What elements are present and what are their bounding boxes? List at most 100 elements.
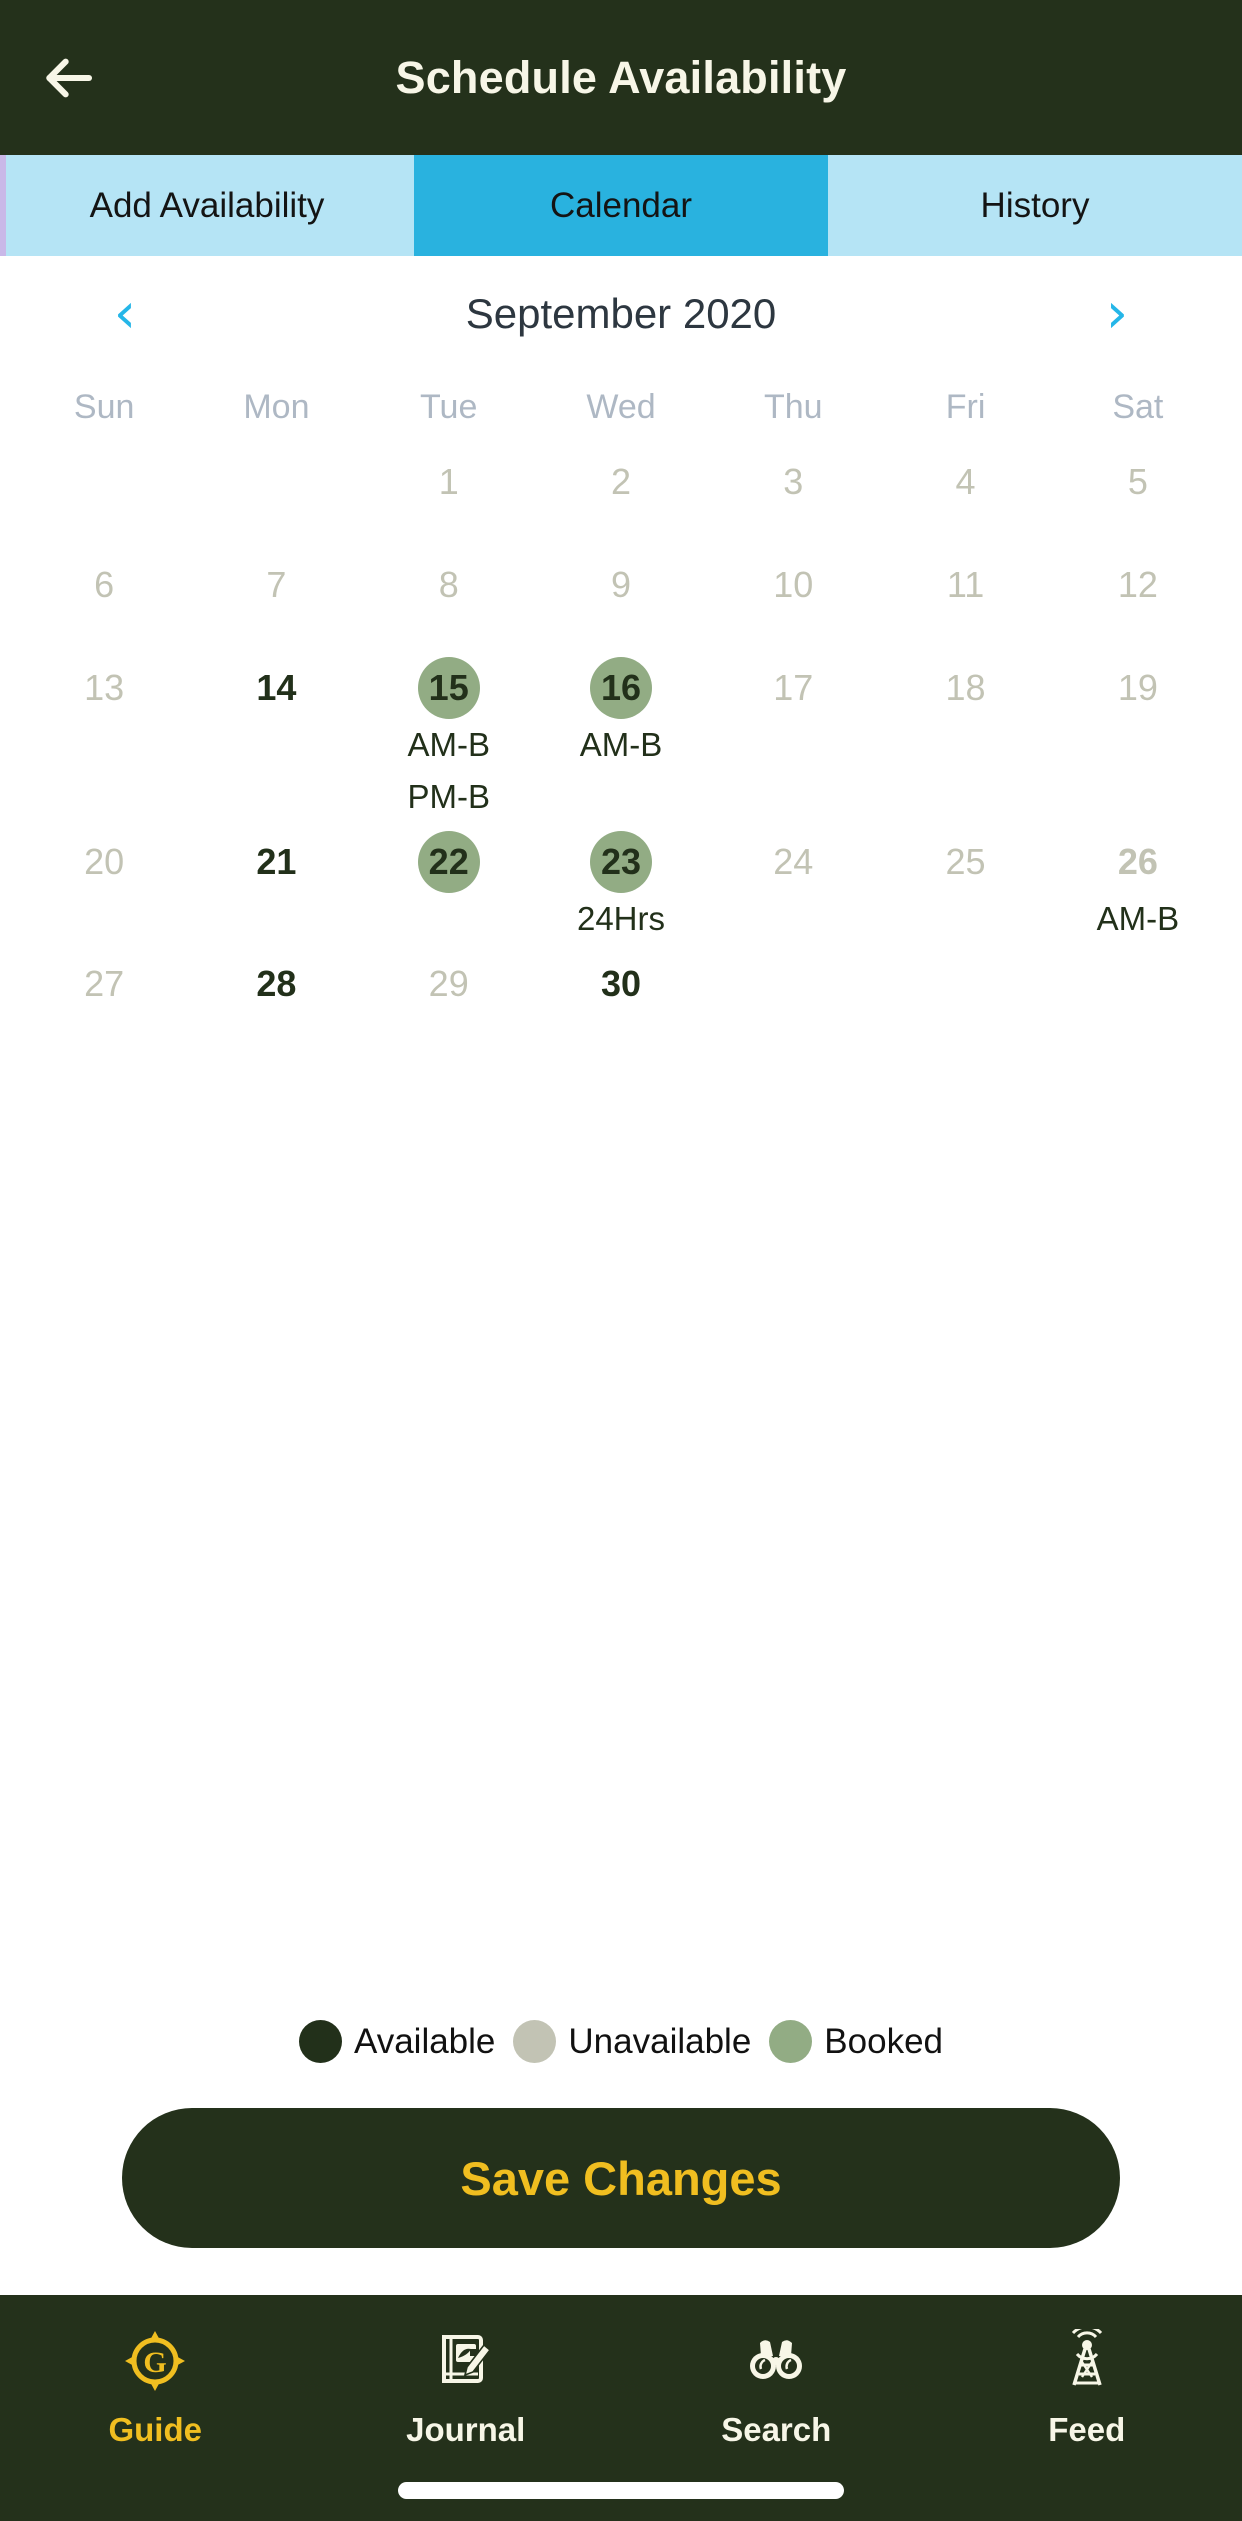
calendar-day-cell[interactable]: 7 xyxy=(190,546,362,616)
legend-label: Booked xyxy=(824,2021,944,2061)
calendar-day-cell[interactable]: 27 xyxy=(18,945,190,1015)
calendar-day-cell[interactable]: 3 xyxy=(707,443,879,513)
calendar-week-row: 13 14 15 AM-B PM-B 16 AM-B 17 18 19 xyxy=(18,649,1224,823)
month-label: September 2020 xyxy=(465,289,777,337)
svg-text:G: G xyxy=(144,2346,167,2379)
calendar-day-slot: AM-B xyxy=(579,726,663,763)
legend-dot-booked xyxy=(769,2020,813,2063)
calendar-day-number: 4 xyxy=(955,461,976,502)
calendar-day-number: 12 xyxy=(1117,564,1158,605)
nav-item-journal[interactable]: Journal xyxy=(311,2325,622,2449)
arrow-left-icon xyxy=(40,50,96,106)
nav-item-guide[interactable]: G Guide xyxy=(0,2325,311,2449)
calendar-day-number: 18 xyxy=(945,667,986,708)
legend-item-available: Available xyxy=(298,2020,495,2063)
legend: Available Unavailable Booked xyxy=(0,2020,1242,2063)
save-changes-label: Save Changes xyxy=(460,2151,782,2205)
calendar-day-cell[interactable]: 18 xyxy=(879,649,1051,823)
calendar-day-cell[interactable]: 23 24Hrs xyxy=(535,823,707,945)
weekday-label: Mon xyxy=(243,387,310,426)
calendar-day-number: 23 xyxy=(589,831,652,893)
calendar-day-number: 6 xyxy=(94,564,115,605)
tab-history[interactable]: History xyxy=(828,155,1242,256)
calendar-day-cell[interactable]: 11 xyxy=(879,546,1051,616)
calendar-day-cell[interactable]: 14 xyxy=(190,649,362,823)
calendar-day-cell[interactable]: 22 xyxy=(363,823,535,945)
calendar-day-number: 16 xyxy=(589,657,652,719)
calendar-day-cell[interactable]: 30 xyxy=(535,945,707,1015)
calendar-day-cell[interactable]: 28 xyxy=(190,945,362,1015)
calendar-day-cell[interactable]: 20 xyxy=(18,823,190,945)
calendar-day-cell[interactable]: 10 xyxy=(707,546,879,616)
tab-add-availability[interactable]: Add Availability xyxy=(0,155,414,256)
calendar-day-number xyxy=(762,953,824,1015)
calendar-day-cell[interactable]: 5 xyxy=(1052,443,1224,513)
calendar-panel: ‹ September 2020 › Sun Mon Tue Wed Thu F… xyxy=(0,256,1242,1048)
calendar-day-cell[interactable]: 25 xyxy=(879,823,1051,945)
binoculars-icon xyxy=(740,2325,812,2397)
tab-label: History xyxy=(980,185,1090,225)
calendar-day-number: 5 xyxy=(1127,461,1148,502)
calendar-day-slot: AM-B xyxy=(407,726,490,763)
nav-item-feed[interactable]: Feed xyxy=(932,2325,1242,2449)
calendar-day-cell[interactable]: 13 xyxy=(18,649,190,823)
calendar-day-number: 2 xyxy=(610,461,631,502)
calendar-day-cell[interactable]: 9 xyxy=(535,546,707,616)
nav-label: Guide xyxy=(108,2411,202,2448)
calendar-week-row: 27 28 29 30 xyxy=(18,945,1224,1048)
chevron-right-icon[interactable]: › xyxy=(1087,285,1147,342)
calendar-day-cell[interactable]: 29 xyxy=(363,945,535,1015)
legend-item-booked: Booked xyxy=(769,2020,943,2063)
tab-label: Calendar xyxy=(549,185,693,225)
calendar-day-number xyxy=(73,451,135,513)
calendar-week-row: 6 7 8 9 10 11 12 xyxy=(18,546,1224,649)
calendar-day-cell[interactable]: 12 xyxy=(1052,546,1224,616)
calendar-day-number: 1 xyxy=(438,461,459,502)
weekday-label: Tue xyxy=(420,387,478,426)
weekday-label: Fri xyxy=(945,387,986,426)
broadcast-tower-icon xyxy=(1051,2325,1123,2397)
tab-label: Add Availability xyxy=(89,185,325,225)
journal-book-pencil-icon xyxy=(430,2325,502,2397)
calendar-day-number: 27 xyxy=(84,963,125,1004)
chevron-left-icon[interactable]: ‹ xyxy=(95,285,155,342)
calendar-day-cell[interactable]: 17 xyxy=(707,649,879,823)
calendar-day-number: 3 xyxy=(783,461,804,502)
calendar-day-cell[interactable]: 6 xyxy=(18,546,190,616)
calendar-empty-cell xyxy=(190,443,362,513)
calendar-day-number: 19 xyxy=(1117,667,1158,708)
calendar-day-cell[interactable]: 1 xyxy=(363,443,535,513)
calendar-day-cell[interactable]: 16 AM-B xyxy=(535,649,707,823)
calendar-day-number: 15 xyxy=(417,657,480,719)
calendar-week-row: 1 2 3 4 5 xyxy=(18,443,1224,546)
calendar-empty-cell xyxy=(879,945,1051,1015)
calendar-day-cell[interactable]: 24 xyxy=(707,823,879,945)
back-button[interactable] xyxy=(22,32,114,124)
calendar-empty-cell xyxy=(1052,945,1224,1015)
calendar-day-cell[interactable]: 8 xyxy=(363,546,535,616)
calendar-day-cell[interactable]: 4 xyxy=(879,443,1051,513)
save-changes-button[interactable]: Save Changes xyxy=(122,2108,1120,2248)
weekday-header-row: Sun Mon Tue Wed Thu Fri Sat xyxy=(0,371,1242,443)
weekday-label: Sun xyxy=(73,387,135,426)
home-indicator xyxy=(398,2482,844,2499)
nav-label: Journal xyxy=(406,2411,526,2448)
calendar-day-number: 13 xyxy=(84,667,125,708)
compass-g-icon: G xyxy=(119,2325,191,2397)
page-title: Schedule Availability xyxy=(395,51,847,103)
calendar-day-cell[interactable]: 21 xyxy=(190,823,362,945)
calendar-day-cell[interactable]: 19 xyxy=(1052,649,1224,823)
calendar-day-number xyxy=(245,451,307,513)
nav-item-search[interactable]: Search xyxy=(621,2325,932,2449)
calendar-day-number: 21 xyxy=(256,841,297,882)
tab-bar: Add Availability Calendar History xyxy=(0,155,1242,256)
tab-calendar[interactable]: Calendar xyxy=(414,155,828,256)
legend-dot-available xyxy=(298,2020,342,2063)
calendar-day-number: 29 xyxy=(428,963,469,1004)
weekday-label: Wed xyxy=(586,387,656,426)
calendar-day-cell[interactable]: 15 AM-B PM-B xyxy=(363,649,535,823)
calendar-day-cell[interactable]: 2 xyxy=(535,443,707,513)
calendar-day-number: 17 xyxy=(773,667,814,708)
calendar-day-cell[interactable]: 26 AM-B xyxy=(1052,823,1224,945)
calendar-day-number xyxy=(935,953,997,1015)
